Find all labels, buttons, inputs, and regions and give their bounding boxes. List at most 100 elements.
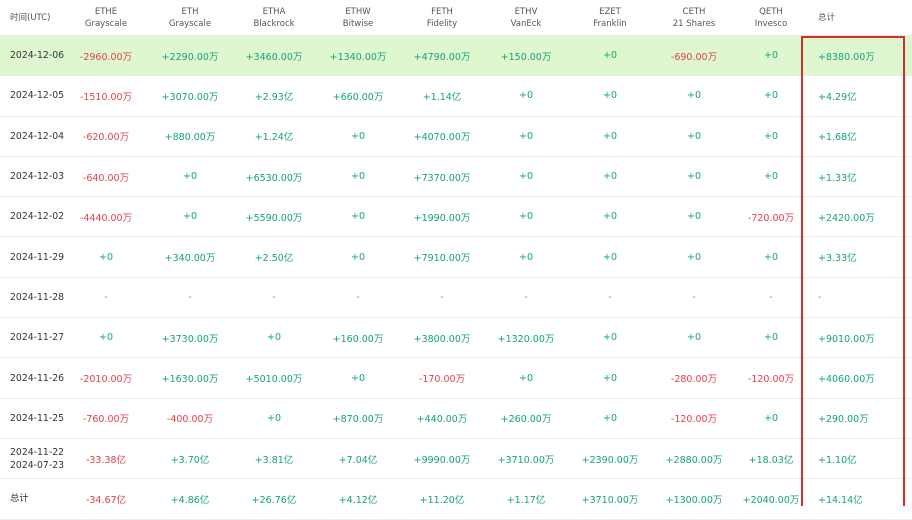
flow-value: +0 (763, 332, 778, 344)
flow-value: -640.00万 (82, 172, 130, 184)
flow-value: +5590.00万 (245, 212, 303, 224)
flow-value: +0 (686, 90, 701, 102)
date-text: 2024-11-22 (10, 446, 65, 458)
flow-value: +880.00万 (164, 132, 216, 144)
flow-value: +160.00万 (332, 333, 384, 345)
column-issuer: Invesco (754, 18, 788, 29)
column-code: ETH (181, 6, 199, 17)
column-issuer: VanEck (510, 18, 542, 29)
flow-value: -120.00万 (670, 414, 718, 426)
flow-value: - (769, 291, 773, 303)
flow-value: +0 (266, 332, 281, 344)
row-total-value: +1.33亿 (818, 172, 857, 184)
flow-value: +0 (686, 211, 701, 223)
flow-value: +26.76亿 (251, 494, 297, 506)
flow-value: - (524, 291, 528, 303)
flow-value: +0 (763, 90, 778, 102)
column-code: ETHW (345, 6, 371, 17)
flow-value: +1320.00万 (497, 333, 555, 345)
flow-value: +870.00万 (332, 414, 384, 426)
flow-value: +3800.00万 (413, 333, 471, 345)
column-header-4: ETHW Bitwise (316, 0, 400, 35)
table-row: 2024-12-03 -640.00万 +0 +6530.00万 +0 +7370.00万… (0, 157, 912, 198)
flow-value: +0 (686, 171, 701, 183)
flow-value: +1.14亿 (422, 91, 462, 103)
flow-value: +660.00万 (332, 91, 384, 103)
flow-value: +7.04亿 (338, 454, 378, 466)
flow-value: +3730.00万 (161, 333, 219, 345)
flow-value: +0 (686, 251, 701, 263)
flow-value: +0 (602, 372, 617, 384)
flow-value: +4.12亿 (338, 494, 378, 506)
flow-value: +7910.00万 (413, 253, 471, 265)
flow-value: +2290.00万 (161, 51, 219, 63)
flow-value: +1.24亿 (254, 132, 294, 144)
flow-value: +0 (602, 130, 617, 142)
flow-value: +3710.00万 (497, 454, 555, 466)
flow-value: +340.00万 (164, 253, 216, 265)
flow-value: -33.38亿 (85, 454, 127, 466)
table-header: 时间(UTC) ETHE Grayscale ETH Grayscale ETHA Blac… (0, 0, 912, 36)
date-text: 2024-11-28 (10, 291, 65, 303)
flow-value: -280.00万 (670, 374, 718, 386)
flow-value: +3.81亿 (254, 454, 294, 466)
flow-value: +0 (763, 130, 778, 142)
column-issuer: Grayscale (84, 18, 128, 29)
flow-value: +150.00万 (500, 51, 552, 63)
column-code: EZET (599, 6, 621, 17)
date-text: 总计 (10, 493, 29, 505)
flow-value: +0 (518, 372, 533, 384)
flow-value: +0 (350, 211, 365, 223)
flow-value: -760.00万 (82, 414, 130, 426)
flow-value: +2040.00万 (742, 494, 800, 506)
row-total-value: - (818, 291, 822, 303)
row-total-value: +3.33亿 (818, 253, 857, 265)
etf-flow-table: 时间(UTC) ETHE Grayscale ETH Grayscale ETHA Blac… (0, 0, 912, 520)
table-row: 2024-12-06 -2960.00万 +2290.00万 +3460.00万 +13… (0, 36, 912, 77)
flow-value: +18.03亿 (748, 454, 794, 466)
column-code: 时间(UTC) (10, 12, 51, 23)
table-row: 2024-12-02 -4440.00万 +0 +5590.00万 +0 +1990.00… (0, 197, 912, 238)
row-total-value: +1.68亿 (818, 132, 857, 144)
row-total-value: +290.00万 (818, 414, 869, 426)
column-code: ETHA (262, 6, 286, 17)
column-code: 总计 (818, 12, 836, 23)
flow-value: +3.70亿 (170, 454, 210, 466)
table-row: 2024-11-29 +0 +340.00万 +2.50亿 +0 +7910.00万 +0 +… (0, 237, 912, 278)
flow-value: +11.20亿 (419, 494, 465, 506)
flow-value: +4070.00万 (413, 132, 471, 144)
column-header-8: CETH 21 Shares (652, 0, 736, 35)
flow-value: +0 (602, 171, 617, 183)
column-code: ETHE (94, 6, 118, 17)
date-text: 2024-12-02 (10, 211, 65, 223)
flow-value: +0 (182, 171, 197, 183)
column-header-6: ETHV VanEck (484, 0, 568, 35)
flow-value: - (272, 291, 276, 303)
flow-value: +9990.00万 (413, 454, 471, 466)
row-total-value: +14.14亿 (818, 494, 863, 506)
flow-value: +0 (350, 251, 365, 263)
flow-value: +0 (763, 50, 778, 62)
flow-value: -720.00万 (747, 212, 795, 224)
column-code: QETH (759, 6, 783, 17)
flow-value: +0 (350, 372, 365, 384)
column-code: FETH (431, 6, 453, 17)
date-text: 2024-07-23 (10, 459, 65, 471)
flow-value: +0 (686, 332, 701, 344)
table-body: 2024-12-06 -2960.00万 +2290.00万 +3460.00万 +13… (0, 36, 912, 520)
flow-value: +3460.00万 (245, 51, 303, 63)
flow-value: -620.00万 (82, 132, 130, 144)
column-header-9: QETH Invesco (736, 0, 806, 35)
flow-value: +0 (98, 251, 113, 263)
table-row: 2024-11-26 -2010.00万 +1630.00万 +5010.00万 +0 -… (0, 358, 912, 399)
flow-value: +3070.00万 (161, 91, 219, 103)
column-code: CETH (682, 6, 706, 17)
date-text: 2024-12-05 (10, 90, 65, 102)
row-total-value: +9010.00万 (818, 333, 875, 345)
flow-value: +4790.00万 (413, 51, 471, 63)
flow-value: +0 (602, 211, 617, 223)
flow-value: -1510.00万 (79, 91, 133, 103)
flow-value: +1300.00万 (665, 494, 723, 506)
column-issuer: Blackrock (253, 18, 295, 29)
date-text: 2024-11-27 (10, 332, 65, 344)
